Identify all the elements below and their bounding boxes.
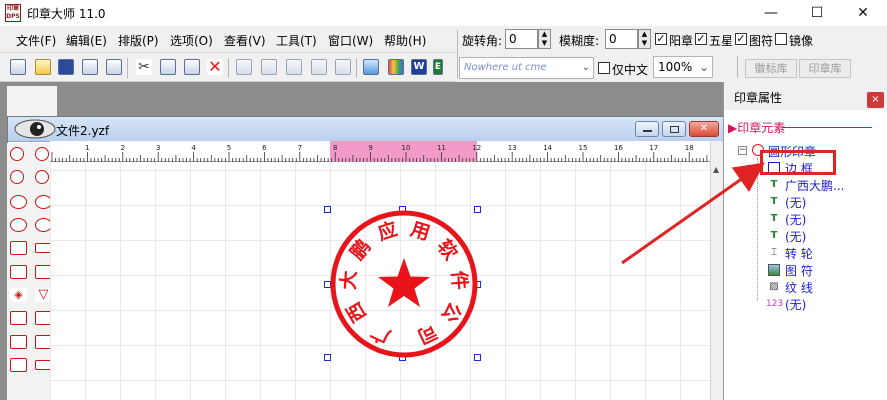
annotation-arrow [621,162,765,265]
app-window: 印章 DPS 印章大师 11.0 — ☐ ✕ 文件(F) 编辑(E) 排版(P) … [0,0,887,400]
